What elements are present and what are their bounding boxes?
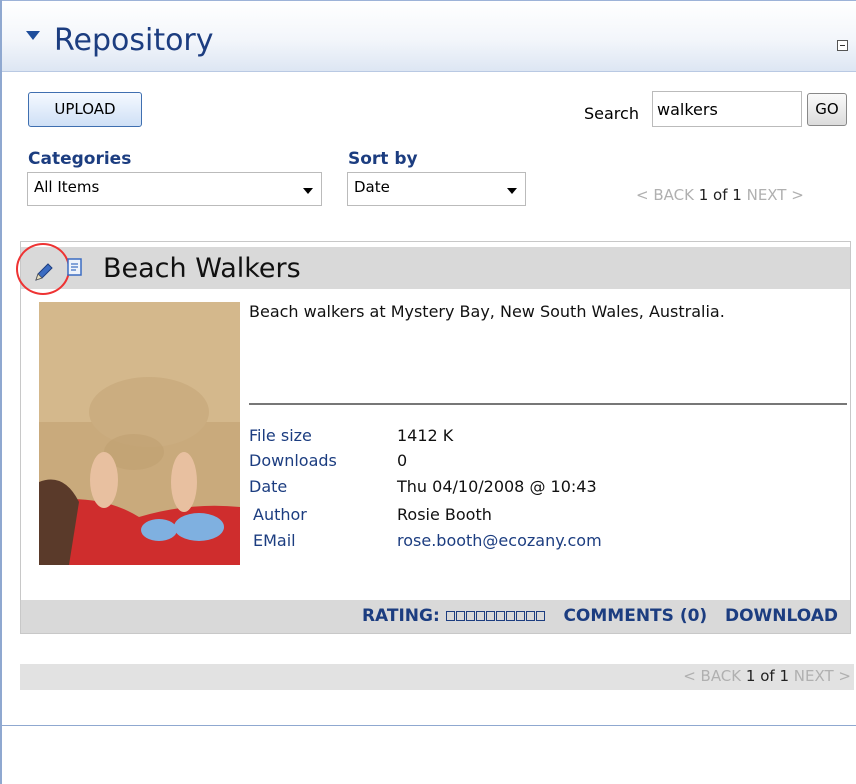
pager-top: < BACK 1 of 1 NEXT > <box>636 186 804 204</box>
rating-star-icon[interactable] <box>495 611 505 621</box>
rating-star-icon[interactable] <box>475 611 485 621</box>
item-title[interactable]: Beach Walkers <box>103 253 301 284</box>
pager-next-link[interactable]: NEXT > <box>794 667 851 685</box>
repository-item: Beach Walkers Beach walkers at Mystery B… <box>16 241 851 634</box>
meta-value-downloads: 0 <box>397 451 408 470</box>
search-input[interactable] <box>652 91 802 127</box>
meta-value-filesize: 1412 K <box>397 426 454 445</box>
pager-back-link[interactable]: < BACK <box>636 186 694 204</box>
item-header: Beach Walkers <box>21 247 850 289</box>
dropdown-arrow-icon <box>507 188 517 194</box>
portlet-header: Repository <box>2 0 856 72</box>
rating-label: RATING: <box>361 606 440 626</box>
categories-label: Categories <box>28 149 132 169</box>
rating-star-icon[interactable] <box>515 611 525 621</box>
rating-star-icon[interactable] <box>445 611 455 621</box>
document-icon[interactable] <box>67 258 83 276</box>
item-description: Beach walkers at Mystery Bay, New South … <box>249 302 725 321</box>
upload-button[interactable]: UPLOAD <box>28 92 142 127</box>
pager-current: 1 of 1 <box>698 186 742 204</box>
meta-key-date: Date <box>249 477 288 496</box>
meta-key-downloads: Downloads <box>249 451 337 470</box>
item-actions: RATING: COMMENTS (0) DOWNLOAD <box>362 606 838 626</box>
download-link[interactable]: DOWNLOAD <box>725 606 838 626</box>
pager-next-link[interactable]: NEXT > <box>747 186 804 204</box>
categories-select[interactable]: All Items <box>27 172 322 206</box>
rating-star-icon[interactable] <box>525 611 535 621</box>
pager-back-link[interactable]: < BACK <box>683 667 741 685</box>
go-button[interactable]: GO <box>807 93 847 126</box>
sort-selected: Date <box>354 178 390 196</box>
item-footer: RATING: COMMENTS (0) DOWNLOAD <box>21 600 850 633</box>
edit-pencil-icon[interactable] <box>33 261 55 283</box>
categories-selected: All Items <box>34 178 100 196</box>
rating-widget[interactable] <box>445 606 546 626</box>
meta-value-author: Rosie Booth <box>397 505 492 524</box>
comments-link[interactable]: COMMENTS (0) <box>563 606 707 626</box>
portlet-title: Repository <box>54 23 214 58</box>
rating-star-icon[interactable] <box>485 611 495 621</box>
meta-key-email: EMail <box>253 531 296 550</box>
pager-bottom: < BACK 1 of 1 NEXT > <box>683 667 851 685</box>
collapse-triangle-icon[interactable] <box>26 31 40 40</box>
rating-star-icon[interactable] <box>465 611 475 621</box>
meta-key-author: Author <box>253 505 307 524</box>
pager-bar: < BACK 1 of 1 NEXT > <box>20 664 854 690</box>
divider <box>2 725 856 726</box>
sort-label: Sort by <box>348 149 418 169</box>
sort-select[interactable]: Date <box>347 172 526 206</box>
search-label: Search <box>584 104 639 123</box>
divider <box>249 403 847 405</box>
rating-star-icon[interactable] <box>535 611 545 621</box>
meta-key-filesize: File size <box>249 426 312 445</box>
meta-value-email[interactable]: rose.booth@ecozany.com <box>397 531 602 550</box>
rating-star-icon[interactable] <box>455 611 465 621</box>
rating-star-icon[interactable] <box>505 611 515 621</box>
pager-current: 1 of 1 <box>745 667 789 685</box>
dropdown-arrow-icon <box>303 188 313 194</box>
meta-value-date: Thu 04/10/2008 @ 10:43 <box>397 477 597 496</box>
minimize-icon[interactable] <box>837 40 848 51</box>
item-thumbnail[interactable] <box>39 302 240 565</box>
